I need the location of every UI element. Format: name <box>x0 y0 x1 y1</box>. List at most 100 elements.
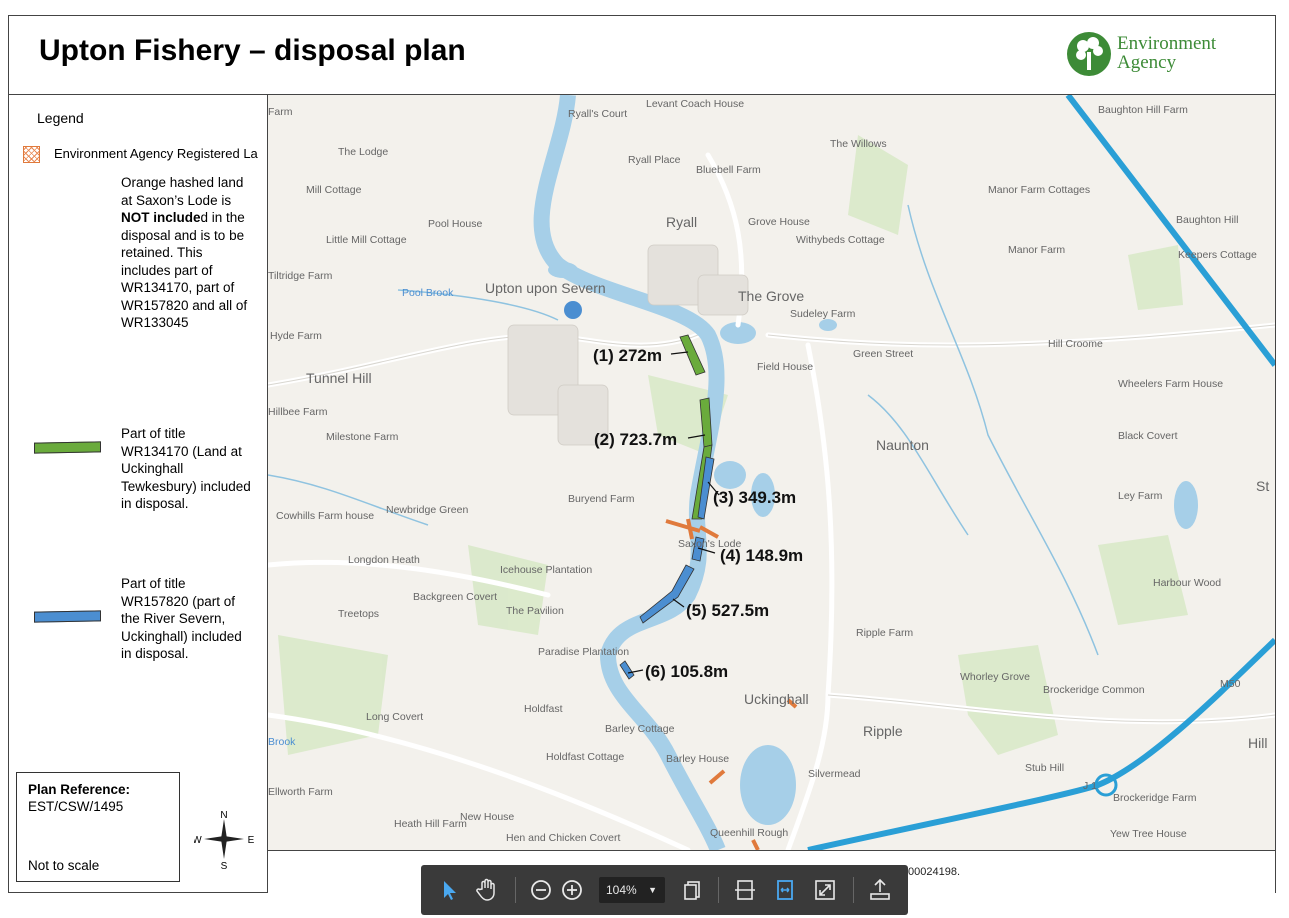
place-label: Pool Brook <box>402 287 454 299</box>
place-label: Ryall's Court <box>568 108 627 120</box>
green-legend-text: Part of title WR134170 (Land at Uckingha… <box>121 426 251 511</box>
pdf-toolbar: 104% ▼ <box>421 865 908 915</box>
place-label: Barley Cottage <box>605 723 675 735</box>
place-label: Holdfast Cottage <box>546 751 624 763</box>
place-label: M50 <box>1220 678 1241 690</box>
page-view-icon[interactable] <box>679 876 707 904</box>
hand-pan-icon[interactable] <box>473 876 501 904</box>
place-label: Silvermead <box>808 768 861 780</box>
place-label: Barley House <box>666 753 729 765</box>
place-label: Withybeds Cottage <box>796 234 885 246</box>
place-label: Holdfast <box>524 703 563 715</box>
place-label: Green Street <box>853 348 913 360</box>
place-label: Field House <box>757 361 813 373</box>
orange-note: Orange hashed land at Saxon’s Lode is NO… <box>121 175 248 330</box>
place-label: Treetops <box>338 608 379 620</box>
place-label: Hill <box>1248 735 1267 751</box>
map-canvas: (1) 272m (2) 723.7m (3) 349.3m (4) 148.9… <box>268 95 1275 850</box>
map[interactable]: (1) 272m (2) 723.7m (3) 349.3m (4) 148.9… <box>268 95 1275 850</box>
place-label: Stub Hill <box>1025 762 1064 774</box>
place-label: Icehouse Plantation <box>500 564 592 576</box>
place-label: Levant Coach House <box>646 98 744 110</box>
place-label: Baughton Hill Farm <box>1098 104 1188 116</box>
place-label: Brockeridge Common <box>1043 684 1145 696</box>
place-label: Ley Farm <box>1118 490 1163 502</box>
place-label: Wheelers Farm House <box>1118 378 1223 390</box>
segment-label-6: (6) 105.8m <box>645 662 728 681</box>
place-label: Hillbee Farm <box>268 406 328 418</box>
segment-label-2: (2) 723.7m <box>594 430 677 449</box>
copyright-text: 00024198. <box>908 866 960 878</box>
tree-icon <box>1067 32 1111 76</box>
place-label: Buryend Farm <box>568 493 635 505</box>
place-label: Grove House <box>748 216 810 228</box>
legend-panel: Legend Environment Agency Registered La … <box>9 95 268 892</box>
compass-icon: N S E W <box>194 810 254 869</box>
place-label: Keepers Cottage <box>1178 249 1257 261</box>
zoom-level-select[interactable]: 104% ▼ <box>599 877 665 903</box>
place-label: Uckinghall <box>744 691 809 707</box>
place-label: Manor Farm Cottages <box>988 184 1090 196</box>
full-screen-icon[interactable] <box>811 876 839 904</box>
place-label: Long Covert <box>366 711 423 723</box>
legend-row-registered-land: Environment Agency Registered La <box>23 146 258 164</box>
place-label: Milestone Farm <box>326 431 399 443</box>
blue-swatch <box>34 610 101 623</box>
place-label: Harbour Wood <box>1153 577 1221 589</box>
place-label: Upton upon Severn <box>485 280 606 296</box>
toolbar-separator <box>853 877 854 903</box>
place-label: The Willows <box>830 138 887 150</box>
segment-label-5: (5) 527.5m <box>686 601 769 620</box>
fit-width-icon[interactable] <box>771 876 799 904</box>
plan-reference-box: Plan Reference: EST/CSW/1495 Not to scal… <box>16 772 180 882</box>
fit-height-icon[interactable] <box>731 876 759 904</box>
toolbar-separator <box>718 877 719 903</box>
place-label: Brockeridge Farm <box>1113 792 1197 804</box>
plan-ref-value: EST/CSW/1495 <box>28 799 124 814</box>
place-label: Ripple Farm <box>856 627 913 639</box>
place-label: Ryall Place <box>628 154 681 166</box>
header: Upton Fishery – disposal plan Environmen… <box>9 16 1275 95</box>
place-label: Hill Croome <box>1048 338 1103 350</box>
compass-w: W <box>194 835 202 846</box>
zoom-out-icon[interactable] <box>527 876 555 904</box>
place-label: Hen and Chicken Covert <box>506 832 620 844</box>
place-label: St <box>1256 478 1269 494</box>
place-label: Bluebell Farm <box>696 164 761 176</box>
place-label: Mill Cottage <box>306 184 362 196</box>
compass-s: S <box>221 861 228 869</box>
place-label: The Lodge <box>338 146 388 158</box>
place-label: Whorley Grove <box>960 671 1030 683</box>
place-label: Cowhills Farm house <box>276 510 374 522</box>
compass-e: E <box>248 835 254 846</box>
zoom-in-icon[interactable] <box>558 876 586 904</box>
place-label: Ripple <box>863 723 903 739</box>
place-label: Longdon Heath <box>348 554 420 566</box>
place-label: Backgreen Covert <box>413 591 497 603</box>
place-label: Paradise Plantation <box>538 646 629 658</box>
place-label: Black Covert <box>1118 430 1178 442</box>
segment-label-3: (3) 349.3m <box>713 488 796 507</box>
place-label: Baughton Hill <box>1176 214 1238 226</box>
place-label: Hyde Farm <box>270 330 322 342</box>
place-label: Pool House <box>428 218 482 230</box>
toolbar-separator <box>515 877 516 903</box>
plan-ref-label: Plan Reference: <box>28 782 131 797</box>
place-label: J 1 <box>1083 780 1097 792</box>
place-label: Heath Hill Farm <box>394 818 467 830</box>
export-upload-icon[interactable] <box>866 876 894 904</box>
legend-title: Legend <box>37 110 84 126</box>
place-label: The Pavilion <box>506 605 564 617</box>
green-swatch <box>34 441 101 454</box>
page-title: Upton Fishery – disposal plan <box>39 34 466 67</box>
scale-note: Not to scale <box>28 858 100 873</box>
place-label: Farm <box>268 106 293 118</box>
place-label: Queenhill Rough <box>710 827 788 839</box>
compass-n: N <box>220 810 227 821</box>
place-label: Yew Tree House <box>1110 828 1187 840</box>
place-label: Newbridge Green <box>386 504 468 516</box>
place-label: Ellworth Farm <box>268 786 333 798</box>
orange-hatch-swatch <box>23 146 40 164</box>
select-pointer-icon[interactable] <box>435 876 463 904</box>
chevron-down-icon: ▼ <box>648 885 657 895</box>
